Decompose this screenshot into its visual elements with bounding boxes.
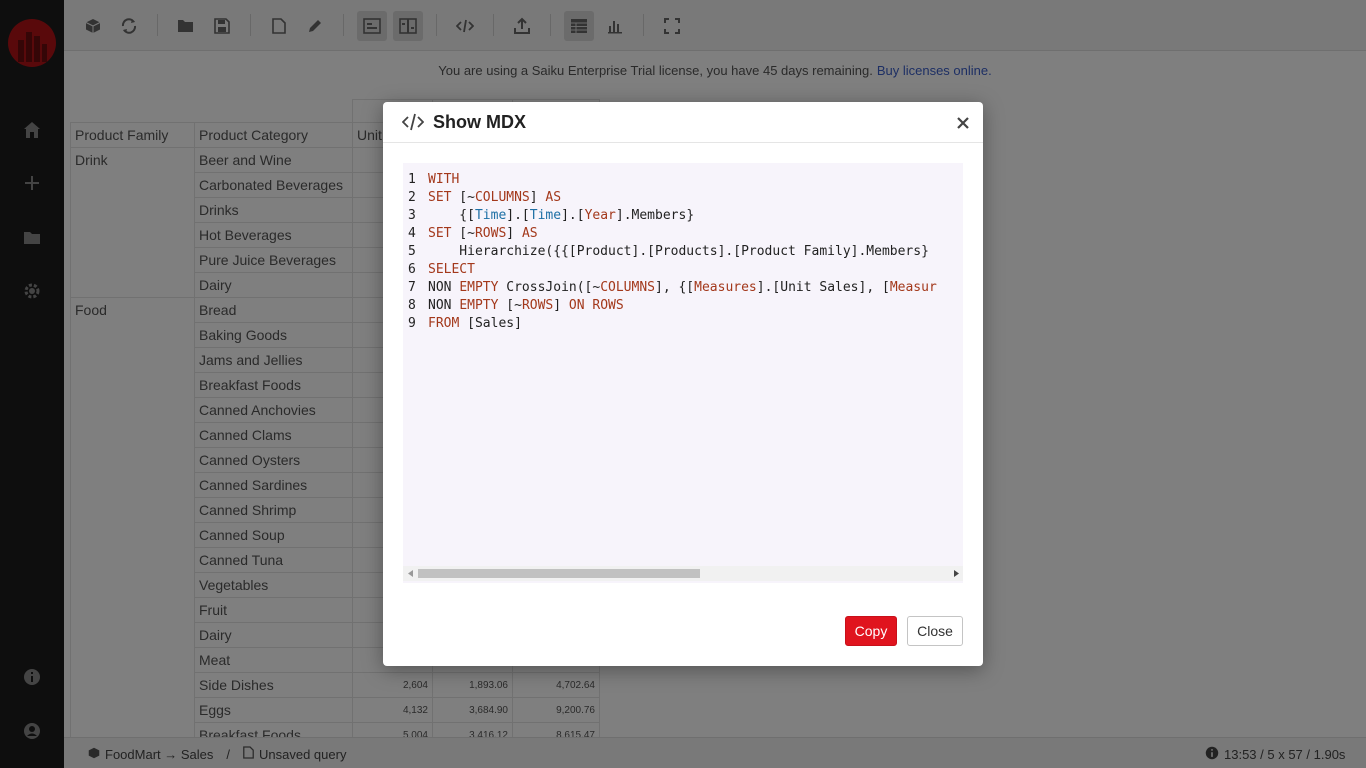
code-line: 5 Hierarchize({{[Product].[Products].[Pr…	[403, 243, 937, 261]
modal-header: Show MDX	[383, 102, 983, 143]
code-token: CrossJoin([~	[498, 280, 601, 295]
code-token: NON	[428, 280, 460, 295]
code-token: EMPTY	[459, 298, 499, 313]
code-token: FROM	[428, 316, 460, 331]
horizontal-scrollbar[interactable]	[403, 566, 963, 581]
code-line: 2 SET [~ COLUMNS] AS	[403, 189, 937, 207]
code-line: 8 NON EMPTY [~ ROWS] ON ROWS	[403, 297, 937, 315]
code-token: AS	[545, 190, 562, 205]
mdx-code-editor[interactable]: 1 WITH 2 SET [~ COLUMNS] AS 3 {[Time].[Time].…	[403, 163, 963, 583]
code-token: [~	[451, 226, 475, 241]
code-token: Year	[584, 208, 616, 223]
code-token: [Sales]	[459, 316, 522, 331]
line-number: 3	[408, 208, 416, 223]
code-token: ROWS	[474, 226, 507, 241]
code-token: {[	[428, 208, 475, 223]
code-icon	[401, 113, 425, 136]
code-token: SET	[428, 226, 452, 241]
code-token: ]	[506, 226, 522, 241]
code-lines: 1 WITH 2 SET [~ COLUMNS] AS 3 {[Time].[Time].…	[403, 171, 937, 333]
code-token: ].[	[561, 208, 585, 223]
code-line: 1 WITH	[403, 171, 937, 189]
code-token: ], {[	[655, 280, 695, 295]
show-mdx-dialog: Show MDX 1 WITH 2 SET [~ COLUMNS] AS 3 {[Time…	[383, 102, 983, 666]
code-token: ].[Unit Sales], [	[756, 280, 890, 295]
code-line: 9 FROM [Sales]	[403, 315, 937, 333]
modal-title: Show MDX	[433, 112, 526, 132]
line-number: 4	[408, 226, 416, 241]
code-token: WITH	[428, 172, 460, 187]
close-icon[interactable]	[953, 113, 973, 133]
line-number: 5	[408, 244, 416, 259]
code-line: 3 {[Time].[Time].[Year].Members}	[403, 207, 937, 225]
line-number: 1	[408, 172, 416, 187]
code-token: Hierarchize({{[Product].[Products].[Prod…	[428, 244, 929, 259]
code-token: SELECT	[428, 262, 475, 277]
code-token: Time	[474, 208, 507, 223]
code-token: AS	[521, 226, 538, 241]
line-number: 2	[408, 190, 416, 205]
scroll-right-icon[interactable]	[951, 569, 961, 578]
code-token: COLUMNS	[600, 280, 655, 295]
code-token: NON	[428, 298, 460, 313]
code-token: Measur	[889, 280, 937, 295]
code-line: 4 SET [~ ROWS] AS	[403, 225, 937, 243]
line-number: 6	[408, 262, 416, 277]
line-number: 7	[408, 280, 416, 295]
scrollbar-thumb[interactable]	[418, 569, 700, 578]
code-token: Measures	[694, 280, 757, 295]
copy-button[interactable]: Copy	[845, 616, 897, 646]
code-token: ].Members}	[615, 208, 695, 223]
code-token: Time	[529, 208, 562, 223]
code-token: COLUMNS	[474, 190, 530, 205]
code-token: EMPTY	[459, 280, 499, 295]
code-line: 7 NON EMPTY CrossJoin([~ COLUMNS], {[Measu…	[403, 279, 937, 297]
code-token: SET	[428, 190, 452, 205]
code-token: [~	[451, 190, 475, 205]
code-token: ]	[529, 190, 546, 205]
code-token: ]	[553, 298, 569, 313]
line-number: 8	[408, 298, 416, 313]
code-token: ON ROWS	[568, 298, 624, 313]
scroll-left-icon[interactable]	[405, 569, 415, 578]
close-button[interactable]: Close	[907, 616, 963, 646]
code-token: ROWS	[521, 298, 554, 313]
code-line: 6 SELECT	[403, 261, 937, 279]
line-number: 9	[408, 316, 416, 331]
code-token: ].[	[506, 208, 530, 223]
code-token: [~	[498, 298, 522, 313]
